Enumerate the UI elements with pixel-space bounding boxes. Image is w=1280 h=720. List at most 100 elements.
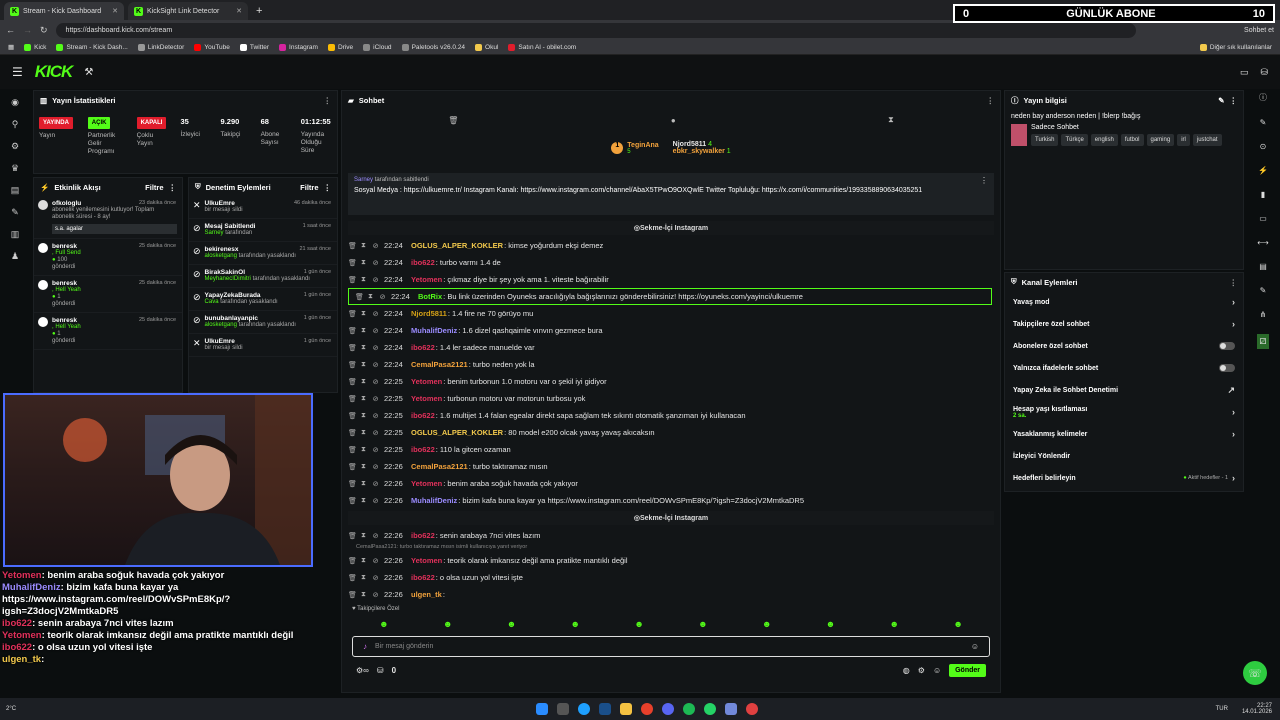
moderator-name[interactable]: alosketgang: [205, 322, 237, 328]
bookmark-linkdetector[interactable]: LinkDetector: [137, 43, 184, 51]
delete-message-icon[interactable]: 🗑: [348, 276, 357, 284]
ban-icon[interactable]: ⊘: [372, 276, 379, 284]
edge-icon[interactable]: [578, 703, 591, 715]
message-username[interactable]: Yetomen: [411, 275, 442, 284]
ban-icon[interactable]: ⊘: [372, 446, 379, 454]
ban-icon[interactable]: ⊘: [372, 574, 379, 582]
stream-tag[interactable]: Turkish: [1031, 134, 1059, 146]
filter-button[interactable]: Filtre: [145, 183, 163, 192]
analytics-icon[interactable]: ▥: [11, 229, 20, 240]
timeout-icon[interactable]: ⧗: [360, 591, 367, 599]
timeout-icon[interactable]: ⧗: [360, 395, 367, 403]
delete-message-icon[interactable]: 🗑: [348, 361, 357, 369]
folder-icon[interactable]: [620, 703, 633, 715]
more-icon[interactable]: ⋮: [324, 183, 332, 192]
timeout-icon[interactable]: ⧗: [360, 310, 367, 318]
chevron-right-icon[interactable]: ›: [1232, 297, 1235, 307]
delete-message-icon[interactable]: 🗑: [348, 591, 357, 599]
moderation-target[interactable]: YapayZekaBurada: [205, 292, 278, 299]
delete-message-icon[interactable]: 🗑: [348, 395, 357, 403]
stream-tag[interactable]: english: [1090, 134, 1118, 146]
gifter-name[interactable]: ebkr_skywalker: [673, 148, 725, 155]
whatsapp-icon[interactable]: [704, 703, 717, 715]
message-username[interactable]: ibo622: [411, 343, 435, 352]
timeout-icon[interactable]: ⧗: [360, 378, 367, 386]
moderation-target[interactable]: BirakSakinOl: [205, 269, 310, 276]
delete-message-icon[interactable]: 🗑: [348, 446, 357, 454]
moderation-target[interactable]: bunubanlayanpic: [205, 315, 296, 322]
activity-user[interactable]: benresk: [52, 280, 81, 287]
message-username[interactable]: ibo622: [411, 411, 435, 420]
more-icon[interactable]: ⋮: [1230, 96, 1238, 105]
trash-icon[interactable]: 🗑: [448, 116, 458, 125]
emote-icon[interactable]: ☻: [826, 619, 835, 629]
timeout-icon[interactable]: ⧗: [360, 463, 367, 471]
menu-icon[interactable]: ☰: [12, 65, 23, 79]
moderation-target[interactable]: UlkuEmre: [205, 200, 243, 207]
other-bookmarks[interactable]: Diğer sık kullanılanlar: [1199, 43, 1272, 51]
message-username[interactable]: Yetomen: [411, 394, 442, 403]
moderator-name[interactable]: alosketgang: [205, 253, 237, 259]
close-tab-icon[interactable]: ✕: [112, 7, 118, 15]
gifter-name[interactable]: TeginAna: [627, 142, 658, 149]
ban-icon[interactable]: ⊘: [372, 463, 379, 471]
chevron-right-icon[interactable]: ›: [1232, 407, 1235, 417]
wrench-icon[interactable]: ✎: [1260, 286, 1267, 295]
bookmark-okul[interactable]: Okul: [475, 43, 498, 51]
category-thumbnail[interactable]: [1011, 124, 1027, 146]
channel-action-item[interactable]: Yalnızca ifadelerle sohbet: [1005, 357, 1243, 379]
moderator-name[interactable]: Cava: [205, 299, 219, 305]
chevron-right-icon[interactable]: ›: [1232, 429, 1235, 439]
timeout-icon[interactable]: ⧗: [360, 276, 367, 284]
more-icon[interactable]: ⋮: [324, 96, 332, 105]
message-username[interactable]: OGLUS_ALPER_KOKLER: [411, 428, 503, 437]
chat-bubble-icon[interactable]: ◍: [903, 666, 910, 675]
delete-message-icon[interactable]: 🗑: [348, 557, 357, 565]
tab-kick-dashboard[interactable]: K Stream - Kick Dashboard ✕: [4, 2, 124, 20]
start-icon[interactable]: [536, 703, 549, 715]
gifter-name[interactable]: Njord5811: [673, 141, 706, 148]
delete-message-icon[interactable]: 🗑: [348, 480, 357, 488]
message-username[interactable]: MuhalifDeniz: [411, 496, 457, 505]
message-username[interactable]: Njord5811: [411, 309, 447, 318]
timeout-icon[interactable]: ⧗: [360, 327, 367, 335]
ban-icon[interactable]: ⊘: [372, 378, 379, 386]
emote-icon[interactable]: ☻: [698, 619, 707, 629]
message-username[interactable]: ibo622: [411, 531, 435, 540]
delete-message-icon[interactable]: 🗑: [348, 327, 357, 335]
add-widget-icon[interactable]: ⚂: [1256, 334, 1270, 349]
timeout-icon[interactable]: ⧗: [367, 293, 374, 301]
message-username[interactable]: OGLUS_ALPER_KOKLER: [411, 241, 503, 250]
bookmark-twitter[interactable]: Twitter: [239, 43, 269, 51]
more-icon[interactable]: ⋮: [169, 183, 177, 192]
delete-message-icon[interactable]: 🗑: [348, 574, 357, 582]
ban-icon[interactable]: ⊘: [372, 310, 379, 318]
message-username[interactable]: Yetomen: [411, 479, 442, 488]
delete-message-icon[interactable]: 🗑: [348, 378, 357, 386]
mic-icon[interactable]: ♪: [363, 642, 367, 651]
bookmark-youtube[interactable]: YouTube: [194, 43, 230, 51]
timeout-icon[interactable]: ⧗: [360, 574, 367, 582]
back-icon[interactable]: ←: [6, 25, 15, 35]
broadcast-icon[interactable]: ◉: [11, 97, 19, 108]
bookmark-obilet[interactable]: Satın Al - obilet.com: [508, 43, 576, 51]
kick-logo[interactable]: KICK: [35, 62, 74, 82]
pen-icon[interactable]: ✎: [1260, 118, 1267, 127]
bookmark-kick[interactable]: Kick: [24, 43, 46, 51]
audio-icon[interactable]: ⟷: [1257, 238, 1268, 247]
timeout-icon[interactable]: ⧗: [360, 557, 367, 565]
channel-action-item[interactable]: Takipçilere özel sohbet ›: [1005, 313, 1243, 335]
delete-message-icon[interactable]: 🗑: [348, 412, 357, 420]
delete-message-icon[interactable]: 🗑: [355, 293, 364, 301]
apps-icon[interactable]: ▦: [8, 43, 14, 51]
layout-icon[interactable]: ▤: [1259, 262, 1267, 271]
message-username[interactable]: Yetomen: [411, 556, 442, 565]
message-icon[interactable]: ●: [671, 116, 676, 125]
ban-icon[interactable]: ⊘: [372, 557, 379, 565]
bookmark-instagram[interactable]: Instagram: [279, 43, 318, 51]
more-icon[interactable]: ⋮: [1230, 278, 1238, 287]
edit-icon[interactable]: ✎: [1218, 96, 1224, 105]
new-tab-icon[interactable]: +: [256, 5, 262, 17]
tab-link-detector[interactable]: K KickSight Link Detector ✕: [128, 2, 248, 20]
delete-message-icon[interactable]: 🗑: [348, 242, 357, 250]
